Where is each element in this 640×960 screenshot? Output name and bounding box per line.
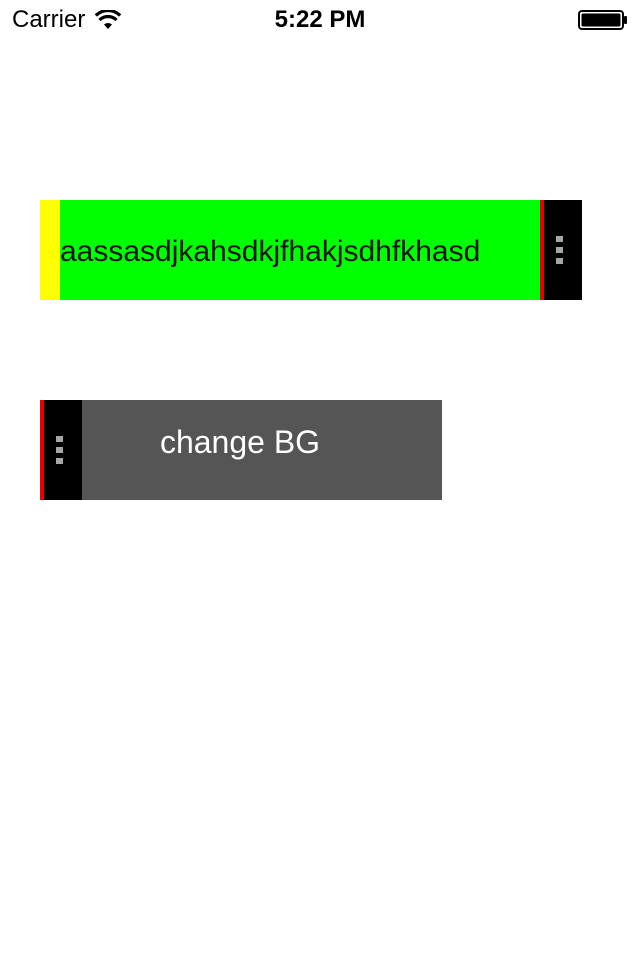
text-field-drag-handle[interactable]: [540, 200, 582, 300]
grip-icon: [56, 436, 64, 464]
grip-icon: [556, 236, 564, 264]
text-field-value: aassasdjkahsdkjfhakjsdhfkhasd: [60, 235, 481, 268]
change-bg-button[interactable]: change BG: [82, 400, 442, 500]
change-bg-button-label: change BG: [159, 424, 321, 460]
status-time: 5:22 PM: [274, 6, 366, 33]
button-drag-handle[interactable]: [40, 400, 82, 500]
screen: Carrier 5:22 PM aassasdjkahsdkjfhakjsdhf…: [0, 0, 640, 960]
yellow-indicator-strip: [40, 200, 60, 300]
text-field[interactable]: aassasdjkahsdkjfhakjsdhfkhasd: [60, 200, 540, 300]
status-bar: Carrier 5:22 PM: [0, 0, 640, 40]
button-row: change BG: [40, 400, 442, 500]
battery-icon: [578, 10, 627, 30]
text-field-row: aassasdjkahsdkjfhakjsdhfkhasd: [40, 200, 582, 300]
